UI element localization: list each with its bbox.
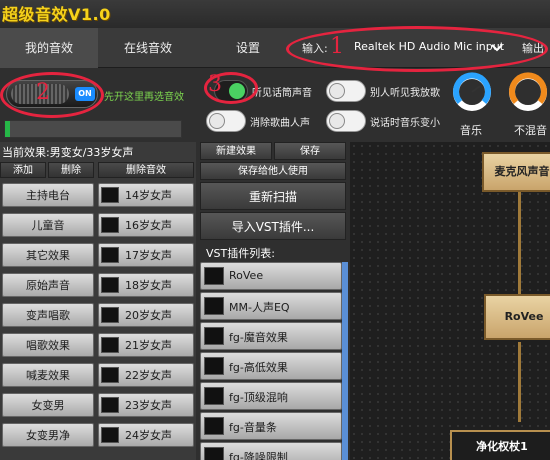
preset-thumbnail-icon xyxy=(101,187,119,203)
import-vst-button[interactable]: 导入VST插件... xyxy=(200,212,346,240)
knob-arc xyxy=(509,72,547,104)
preset-panel: 当前效果:男变女/33岁女声 添加 删除 删除音效 主持电台 14岁女声 儿童音 16… xyxy=(0,142,196,460)
toggle-others-hear-music-label: 别人听见我放歌 xyxy=(370,88,440,99)
graph-node-rovee[interactable]: RoVee xyxy=(484,294,550,340)
toggle-ducking[interactable] xyxy=(326,110,366,132)
mix-knob[interactable] xyxy=(508,72,548,112)
save-for-others-button[interactable]: 保存给他人使用 xyxy=(200,162,346,180)
preset-row: 女变男 23岁女声 xyxy=(0,390,196,420)
music-volume-knob[interactable] xyxy=(452,72,492,112)
toggle-knob xyxy=(209,113,225,129)
annotation-ellipse xyxy=(286,26,548,72)
preset-thumbnail-icon xyxy=(101,337,119,353)
plugin-icon xyxy=(204,387,224,405)
annotation-number: 1 xyxy=(330,34,344,59)
input-level-meter xyxy=(4,120,182,138)
vst-plugin-item[interactable]: fg-降噪限制 xyxy=(200,442,342,460)
level-meter-fill xyxy=(5,121,11,137)
vst-plugin-item[interactable]: fg-顶级混响 xyxy=(200,382,342,410)
plugin-icon xyxy=(204,417,224,435)
effect-chain-graph: 麦克风声音 RoVee 净化权杖1 xyxy=(350,142,550,460)
preset-row: 原始声音 18岁女声 xyxy=(0,270,196,300)
vst-plugin-name: fg-魔音效果 xyxy=(229,331,288,344)
graph-wire xyxy=(518,342,521,422)
graph-node-purifier[interactable]: 净化权杖1 xyxy=(450,430,550,460)
main-switch-hint: 先开这里再选音效 xyxy=(104,92,184,103)
preset-thumbnail-icon xyxy=(101,217,119,233)
vst-plugin-item[interactable]: fg-音量条 xyxy=(200,412,342,440)
vst-plugin-item[interactable]: RoVee xyxy=(200,262,342,290)
tab-my-effects[interactable]: 我的音效 xyxy=(0,28,98,68)
preset-row: 喊麦效果 22岁女声 xyxy=(0,360,196,390)
vst-plugin-name: fg-顶级混响 xyxy=(229,391,288,404)
save-button[interactable]: 保存 xyxy=(274,142,346,160)
plugin-icon xyxy=(204,267,224,285)
vst-scrollbar-thumb[interactable] xyxy=(342,262,348,460)
tab-settings[interactable]: 设置 xyxy=(198,28,298,68)
annotation-number: 3 xyxy=(208,72,222,97)
toggle-hear-mic-label: 听见话筒声音 xyxy=(252,88,312,99)
vst-plugin-name: MM-人声EQ xyxy=(229,301,290,314)
preset-row: 主持电台 14岁女声 xyxy=(0,180,196,210)
annotation-ellipse xyxy=(0,72,104,118)
preset-thumbnail-icon xyxy=(101,367,119,383)
delete-effect-button[interactable]: 删除音效 xyxy=(98,162,194,178)
music-knob-label: 音乐 xyxy=(460,124,482,137)
vst-plugin-name: fg-音量条 xyxy=(229,421,277,434)
preset-category-button[interactable]: 儿童音 xyxy=(2,213,94,237)
annotation-number: 2 xyxy=(36,80,50,105)
preset-category-button[interactable]: 唱歌效果 xyxy=(2,333,94,357)
graph-node-mic[interactable]: 麦克风声音 xyxy=(482,152,550,192)
add-preset-button[interactable]: 添加 xyxy=(0,162,46,178)
preset-category-button[interactable]: 变声唱歌 xyxy=(2,303,94,327)
vst-plugin-name: fg-降噪限制 xyxy=(229,451,288,460)
preset-thumbnail-icon xyxy=(101,427,119,443)
preset-row: 女变男净 24岁女声 xyxy=(0,420,196,450)
preset-category-button[interactable]: 主持电台 xyxy=(2,183,94,207)
preset-row: 唱歌效果 21岁女声 xyxy=(0,330,196,360)
preset-category-button[interactable]: 其它效果 xyxy=(2,243,94,267)
knob-arc xyxy=(453,72,491,104)
rescan-button[interactable]: 重新扫描 xyxy=(200,182,346,210)
toggle-remove-vocals-label: 消除歌曲人声 xyxy=(250,118,310,129)
toggle-knob xyxy=(329,113,345,129)
preset-category-button[interactable]: 女变男净 xyxy=(2,423,94,447)
preset-row: 其它效果 17岁女声 xyxy=(0,240,196,270)
toggle-knob xyxy=(329,83,345,99)
plugin-icon xyxy=(204,357,224,375)
preset-row: 变声唱歌 20岁女声 xyxy=(0,300,196,330)
preset-thumbnail-icon xyxy=(101,247,119,263)
plugin-icon xyxy=(204,327,224,345)
title-bar: 超级音效V1.0 xyxy=(0,0,550,28)
vst-scrollbar[interactable] xyxy=(342,262,348,460)
vst-plugin-item[interactable]: MM-人声EQ xyxy=(200,292,342,320)
preset-thumbnail-icon xyxy=(101,397,119,413)
delete-preset-button[interactable]: 删除 xyxy=(48,162,94,178)
toggle-remove-vocals[interactable] xyxy=(206,110,246,132)
preset-thumbnail-icon xyxy=(101,307,119,323)
preset-category-button[interactable]: 喊麦效果 xyxy=(2,363,94,387)
toggle-ducking-label: 说话时音乐变小 xyxy=(370,118,440,129)
vst-plugin-item[interactable]: fg-魔音效果 xyxy=(200,322,342,350)
plugin-icon xyxy=(204,297,224,315)
preset-category-button[interactable]: 原始声音 xyxy=(2,273,94,297)
preset-row: 儿童音 16岁女声 xyxy=(0,210,196,240)
current-effect-label: 当前效果:男变女/33岁女声 xyxy=(2,146,134,159)
vst-plugin-item[interactable]: fg-高低效果 xyxy=(200,352,342,380)
vst-plugin-name: RoVee xyxy=(229,269,264,282)
new-effect-button[interactable]: 新建效果 xyxy=(200,142,272,160)
graph-wire xyxy=(518,184,521,294)
preset-thumbnail-icon xyxy=(101,277,119,293)
mix-knob-label: 不混音 xyxy=(514,124,547,137)
toggle-others-hear-music[interactable] xyxy=(326,80,366,102)
plugin-icon xyxy=(204,447,224,460)
app-title: 超级音效V1.0 xyxy=(2,5,111,24)
vst-plugin-name: fg-高低效果 xyxy=(229,361,288,374)
tab-online-effects[interactable]: 在线音效 xyxy=(98,28,198,68)
vst-list-label: VST插件列表: xyxy=(206,247,275,260)
preset-category-button[interactable]: 女变男 xyxy=(2,393,94,417)
